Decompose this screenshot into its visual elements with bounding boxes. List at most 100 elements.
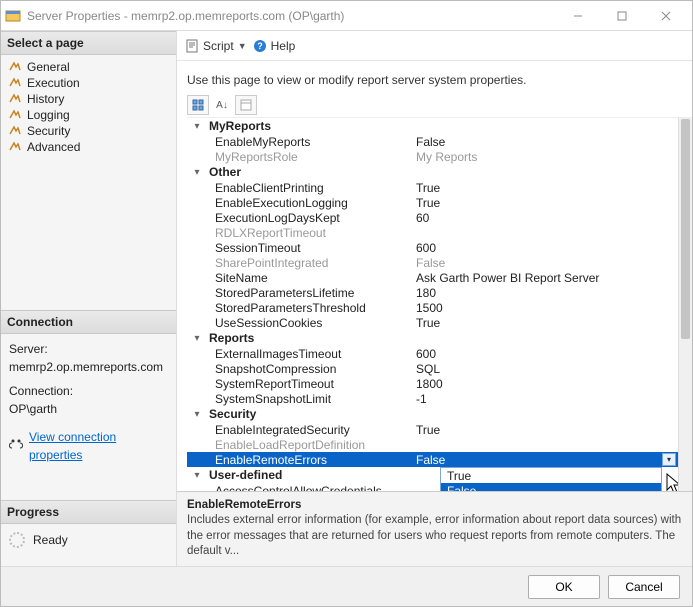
right-panel: Script ▼ ? Help Use this page to view or…	[177, 31, 692, 566]
property-name: AccessControlAllowCredentials	[187, 484, 412, 491]
property-name: MyReportsRole	[187, 150, 412, 164]
connection-header: Connection	[1, 310, 176, 334]
property-name: EnableLoadReportDefinition	[187, 438, 412, 452]
alphabetical-button[interactable]: A↓	[211, 95, 233, 115]
nav-item-security[interactable]: Security	[1, 123, 176, 139]
property-row[interactable]: SharePointIntegratedFalse	[187, 255, 678, 270]
property-value[interactable]: 60	[412, 211, 678, 225]
property-row[interactable]: SystemSnapshotLimit-1	[187, 391, 678, 406]
titlebar: Server Properties - memrp2.op.memreports…	[1, 1, 692, 31]
collapse-icon[interactable]: ▾	[187, 333, 207, 344]
property-name: EnableRemoteErrors	[187, 453, 412, 467]
property-name: RDLXReportTimeout	[187, 226, 412, 240]
property-name: EnableMyReports	[187, 135, 412, 149]
property-grid[interactable]: ▾MyReportsEnableMyReportsFalseMyReportsR…	[187, 117, 678, 491]
property-row[interactable]: StoredParametersThreshold1500	[187, 300, 678, 315]
category-reports[interactable]: ▾Reports	[187, 330, 678, 346]
property-row[interactable]: ExecutionLogDaysKept60	[187, 210, 678, 225]
help-button[interactable]: ? Help	[253, 39, 296, 53]
collapse-icon[interactable]: ▾	[187, 409, 207, 420]
vertical-scrollbar[interactable]	[678, 117, 692, 491]
property-value[interactable]: True	[412, 181, 678, 195]
collapse-icon[interactable]: ▾	[187, 470, 207, 481]
property-value[interactable]: False	[412, 256, 678, 270]
chevron-down-icon: ▼	[238, 41, 247, 51]
dropdown-option-true[interactable]: True	[441, 468, 661, 483]
help-title: EnableRemoteErrors	[187, 499, 301, 511]
category-other[interactable]: ▾Other	[187, 164, 678, 180]
property-row[interactable]: SiteNameAsk Garth Power BI Report Server	[187, 270, 678, 285]
dropdown-option-false[interactable]: False	[441, 483, 661, 491]
categorized-button[interactable]	[187, 95, 209, 115]
property-value[interactable]: 1800	[412, 377, 678, 391]
property-value[interactable]: 600	[412, 347, 678, 361]
script-button[interactable]: Script ▼	[185, 39, 247, 53]
property-row[interactable]: SystemReportTimeout1800	[187, 376, 678, 391]
property-value[interactable]: False	[412, 453, 678, 467]
ok-button[interactable]: OK	[528, 575, 600, 599]
property-value[interactable]: 1500	[412, 301, 678, 315]
property-name: SessionTimeout	[187, 241, 412, 255]
scrollbar-thumb[interactable]	[681, 119, 690, 339]
property-row[interactable]: EnableExecutionLoggingTrue	[187, 195, 678, 210]
connection-icon	[9, 437, 23, 455]
property-row[interactable]: SnapshotCompressionSQL	[187, 361, 678, 376]
property-row[interactable]: RDLXReportTimeout	[187, 225, 678, 240]
property-name: StoredParametersThreshold	[187, 301, 412, 315]
property-row[interactable]: MyReportsRoleMy Reports	[187, 149, 678, 164]
property-row[interactable]: EnableRemoteErrorsFalse▾	[187, 452, 678, 467]
property-value[interactable]: Ask Garth Power BI Report Server	[412, 271, 678, 285]
property-value[interactable]: -1	[412, 392, 678, 406]
property-row[interactable]: StoredParametersLifetime180	[187, 285, 678, 300]
property-name: SystemSnapshotLimit	[187, 392, 412, 406]
property-value[interactable]: True	[412, 423, 678, 437]
nav-item-history[interactable]: History	[1, 91, 176, 107]
help-body: Includes external error information (for…	[187, 514, 681, 557]
property-name: StoredParametersLifetime	[187, 286, 412, 300]
value-dropdown[interactable]: TrueFalse	[440, 467, 662, 491]
category-security[interactable]: ▾Security	[187, 406, 678, 422]
page-nav: GeneralExecutionHistoryLoggingSecurityAd…	[1, 55, 176, 159]
property-value[interactable]: 180	[412, 286, 678, 300]
minimize-button[interactable]	[556, 2, 600, 30]
property-name: EnableExecutionLogging	[187, 196, 412, 210]
progress-spinner-icon	[9, 532, 25, 548]
property-row[interactable]: EnableMyReportsFalse	[187, 134, 678, 149]
nav-item-general[interactable]: General	[1, 59, 176, 75]
property-name: EnableClientPrinting	[187, 181, 412, 195]
property-value[interactable]: My Reports	[412, 150, 678, 164]
property-row[interactable]: UseSessionCookiesTrue	[187, 315, 678, 330]
property-row[interactable]: EnableClientPrintingTrue	[187, 180, 678, 195]
select-page-header: Select a page	[1, 31, 176, 55]
property-name: SystemReportTimeout	[187, 377, 412, 391]
property-name: SiteName	[187, 271, 412, 285]
nav-item-advanced[interactable]: Advanced	[1, 139, 176, 155]
property-value[interactable]: 600	[412, 241, 678, 255]
toolbar: Script ▼ ? Help	[177, 31, 692, 61]
property-row[interactable]: SessionTimeout600	[187, 240, 678, 255]
nav-item-execution[interactable]: Execution	[1, 75, 176, 91]
server-value: memrp2.op.memreports.com	[9, 358, 168, 376]
property-row[interactable]: EnableLoadReportDefinition	[187, 437, 678, 452]
property-name: ExternalImagesTimeout	[187, 347, 412, 361]
property-pages-button[interactable]	[235, 95, 257, 115]
view-connection-link[interactable]: View connection properties	[29, 428, 168, 464]
property-value[interactable]: True	[412, 316, 678, 330]
property-name: SnapshotCompression	[187, 362, 412, 376]
property-value[interactable]: True	[412, 196, 678, 210]
property-value[interactable]: False	[412, 135, 678, 149]
property-row[interactable]: ExternalImagesTimeout600	[187, 346, 678, 361]
property-row[interactable]: EnableIntegratedSecurityTrue	[187, 422, 678, 437]
connection-label: Connection:	[9, 382, 168, 400]
dialog-footer: OK Cancel	[1, 566, 692, 606]
category-myreports[interactable]: ▾MyReports	[187, 118, 678, 134]
cancel-button[interactable]: Cancel	[608, 575, 680, 599]
nav-item-logging[interactable]: Logging	[1, 107, 176, 123]
dropdown-button[interactable]: ▾	[662, 453, 676, 466]
maximize-button[interactable]	[600, 2, 644, 30]
collapse-icon[interactable]: ▾	[187, 121, 207, 132]
collapse-icon[interactable]: ▾	[187, 167, 207, 178]
property-value[interactable]: SQL	[412, 362, 678, 376]
close-button[interactable]	[644, 2, 688, 30]
property-name: UseSessionCookies	[187, 316, 412, 330]
